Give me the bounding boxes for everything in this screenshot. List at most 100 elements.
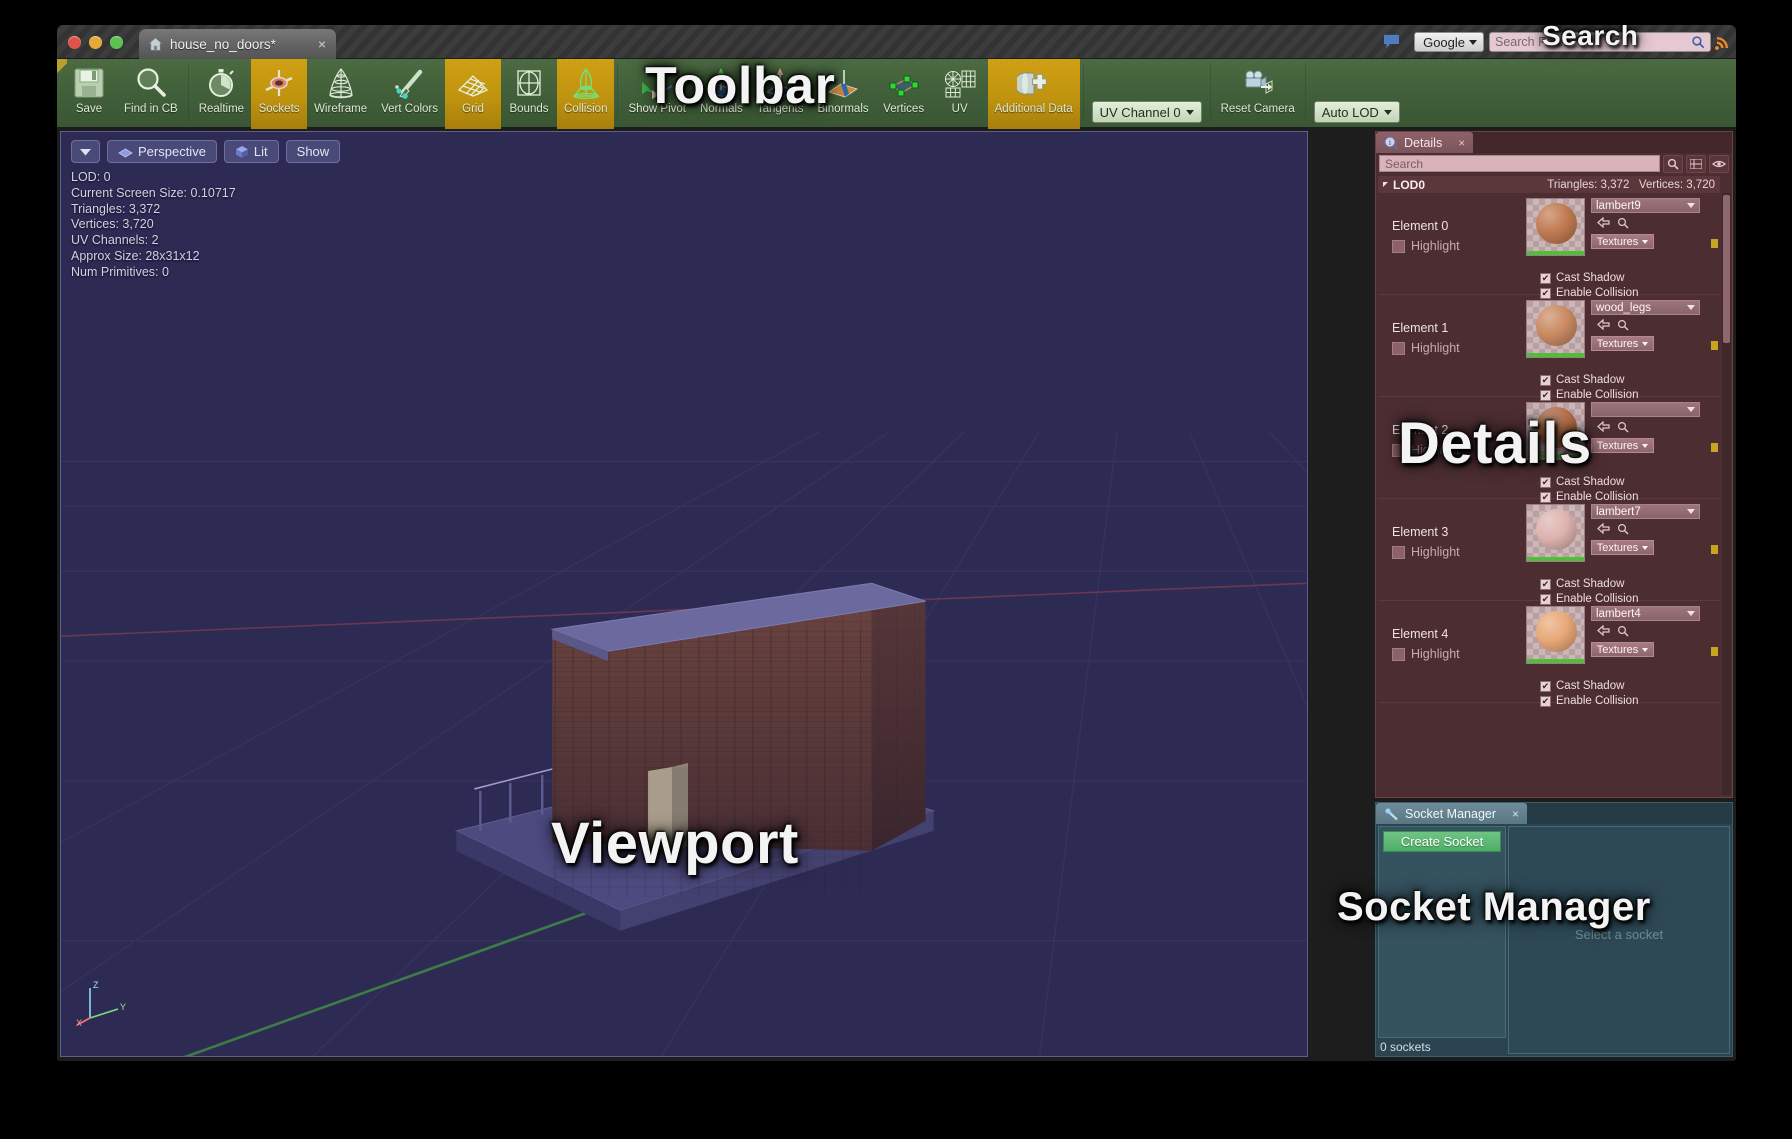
toolbar-button-tangents[interactable]: Tangents: [750, 59, 811, 129]
material-thumbnail[interactable]: [1526, 300, 1585, 358]
window-close-button[interactable]: [68, 36, 81, 49]
property-pin-icon[interactable]: [1711, 239, 1718, 248]
checkbox-cast-shadow[interactable]: ✔Cast Shadow: [1540, 272, 1638, 284]
magnifier-icon[interactable]: [1617, 625, 1629, 637]
create-socket-button[interactable]: Create Socket: [1383, 831, 1501, 852]
property-pin-icon[interactable]: [1711, 647, 1718, 656]
details-list-view-button[interactable]: [1686, 155, 1706, 173]
viewport-options-dropdown[interactable]: [71, 140, 100, 163]
textures-dropdown[interactable]: Textures: [1591, 234, 1654, 249]
rss-icon[interactable]: [1715, 34, 1731, 50]
highlight-swatch[interactable]: [1392, 648, 1405, 661]
window-maximize-button[interactable]: [110, 36, 123, 49]
magnifier-icon[interactable]: [1691, 35, 1705, 49]
checkbox-box[interactable]: ✔: [1540, 696, 1551, 707]
search-engine-select[interactable]: Google: [1414, 32, 1484, 52]
tab-details[interactable]: i Details ×: [1376, 132, 1473, 153]
property-pin-icon[interactable]: [1711, 341, 1718, 350]
property-pin-icon[interactable]: [1711, 443, 1718, 452]
material-select[interactable]: lambert7: [1591, 504, 1700, 519]
magnifier-icon[interactable]: [1617, 523, 1629, 535]
toolbar-button-normals[interactable]: Normals: [693, 59, 750, 129]
property-pin-icon[interactable]: [1711, 545, 1718, 554]
element-row[interactable]: Element 0Highlightlambert9Textures✔Cast …: [1378, 193, 1720, 295]
socket-list-pane[interactable]: Create Socket: [1378, 826, 1506, 1038]
material-select[interactable]: wood_legs: [1591, 300, 1700, 315]
highlight-swatch[interactable]: [1392, 546, 1405, 559]
details-scrollbar-thumb[interactable]: [1723, 195, 1730, 343]
checkbox-enable-collision[interactable]: ✔Enable Collision: [1540, 695, 1638, 707]
magnifier-icon[interactable]: [1617, 217, 1629, 229]
tab-close-button[interactable]: ×: [314, 37, 330, 51]
lod-section-header[interactable]: LOD0 Triangles: 3,372 Vertices: 3,720: [1378, 176, 1720, 193]
viewport[interactable]: Perspective Lit Show LOD: 0Curre: [60, 131, 1308, 1057]
auto-lod-dropdown[interactable]: Auto LOD: [1314, 101, 1400, 123]
toolbar-button-vert-colors[interactable]: Vert Colors: [374, 59, 445, 129]
chat-bubble-icon[interactable]: [1383, 34, 1400, 49]
back-arrow-icon[interactable]: [1597, 625, 1610, 636]
checkbox-cast-shadow[interactable]: ✔Cast Shadow: [1540, 680, 1638, 692]
element-highlight-toggle[interactable]: Highlight: [1392, 545, 1526, 559]
textures-dropdown[interactable]: Textures: [1591, 642, 1654, 657]
checkbox-box[interactable]: ✔: [1540, 681, 1551, 692]
uv-channel-dropdown[interactable]: UV Channel 0: [1092, 101, 1202, 123]
window-minimize-button[interactable]: [89, 36, 102, 49]
checkbox-cast-shadow[interactable]: ✔Cast Shadow: [1540, 578, 1638, 590]
toolbar-button-collision[interactable]: Collision: [557, 59, 614, 129]
toolbar-button-save[interactable]: Save: [61, 59, 117, 129]
element-highlight-toggle[interactable]: Highlight: [1392, 239, 1526, 253]
details-scrollbar[interactable]: [1722, 193, 1731, 795]
details-visibility-button[interactable]: [1709, 155, 1729, 173]
toolbar-button-bounds[interactable]: Bounds: [501, 59, 557, 129]
material-select[interactable]: [1591, 402, 1700, 417]
tab-socket-manager[interactable]: Socket Manager ×: [1376, 803, 1527, 824]
toolbar-button-sockets[interactable]: Sockets: [251, 59, 307, 129]
textures-dropdown[interactable]: Textures: [1591, 540, 1654, 555]
material-select[interactable]: lambert4: [1591, 606, 1700, 621]
back-arrow-icon[interactable]: [1597, 319, 1610, 330]
highlight-swatch[interactable]: [1392, 240, 1405, 253]
element-highlight-toggle[interactable]: Highlight: [1392, 647, 1526, 661]
checkbox-box[interactable]: ✔: [1540, 273, 1551, 284]
document-tab[interactable]: house_no_doors* ×: [139, 29, 336, 59]
toolbar-button-grid[interactable]: Grid: [445, 59, 501, 129]
toolbar-button-reset-camera[interactable]: Reset Camera: [1214, 59, 1302, 129]
element-row[interactable]: Element 1Highlightwood_legsTextures✔Cast…: [1378, 295, 1720, 397]
element-highlight-toggle[interactable]: Highlight: [1392, 443, 1526, 457]
back-arrow-icon[interactable]: [1597, 523, 1610, 534]
checkbox-cast-shadow[interactable]: ✔Cast Shadow: [1540, 476, 1638, 488]
highlight-swatch[interactable]: [1392, 444, 1405, 457]
checkbox-box[interactable]: ✔: [1540, 477, 1551, 488]
toolbar-button-show-pivot[interactable]: Show Pivot: [621, 59, 693, 129]
element-highlight-toggle[interactable]: Highlight: [1392, 341, 1526, 355]
toolbar-button-wireframe[interactable]: Wireframe: [307, 59, 374, 129]
socket-properties-pane[interactable]: Select a socket: [1508, 826, 1730, 1054]
textures-dropdown[interactable]: Textures: [1591, 438, 1654, 453]
details-search-submit[interactable]: [1663, 155, 1683, 173]
toolbar-button-realtime[interactable]: Realtime: [192, 59, 251, 129]
magnifier-icon[interactable]: [1617, 421, 1629, 433]
viewport-perspective-button[interactable]: Perspective: [107, 140, 217, 163]
toolbar-button-find-in-cb[interactable]: Find in CB: [117, 59, 185, 129]
material-thumbnail[interactable]: [1526, 402, 1585, 460]
toolbar-button-additional-data[interactable]: Additional Data: [988, 59, 1080, 129]
toolbar-button-uv[interactable]: UV: [932, 59, 988, 129]
element-row[interactable]: Element 4Highlightlambert4Textures✔Cast …: [1378, 601, 1720, 703]
viewport-lit-button[interactable]: Lit: [224, 140, 279, 163]
material-thumbnail[interactable]: [1526, 606, 1585, 664]
back-arrow-icon[interactable]: [1597, 217, 1610, 228]
element-row[interactable]: Element 3Highlightlambert7Textures✔Cast …: [1378, 499, 1720, 601]
checkbox-cast-shadow[interactable]: ✔Cast Shadow: [1540, 374, 1638, 386]
material-thumbnail[interactable]: [1526, 198, 1585, 256]
checkbox-box[interactable]: ✔: [1540, 579, 1551, 590]
toolbar-button-vertices[interactable]: Vertices: [876, 59, 932, 129]
magnifier-icon[interactable]: [1617, 319, 1629, 331]
browser-search-bar[interactable]: Search For...: [1489, 32, 1711, 52]
details-tab-close[interactable]: ×: [1458, 136, 1465, 150]
element-row[interactable]: Element 2HighlightTextures✔Cast Shadow✔E…: [1378, 397, 1720, 499]
details-search-input[interactable]: Search: [1379, 155, 1660, 172]
toolbar-button-binormals[interactable]: Binormals: [811, 59, 876, 129]
material-select[interactable]: lambert9: [1591, 198, 1700, 213]
highlight-swatch[interactable]: [1392, 342, 1405, 355]
textures-dropdown[interactable]: Textures: [1591, 336, 1654, 351]
